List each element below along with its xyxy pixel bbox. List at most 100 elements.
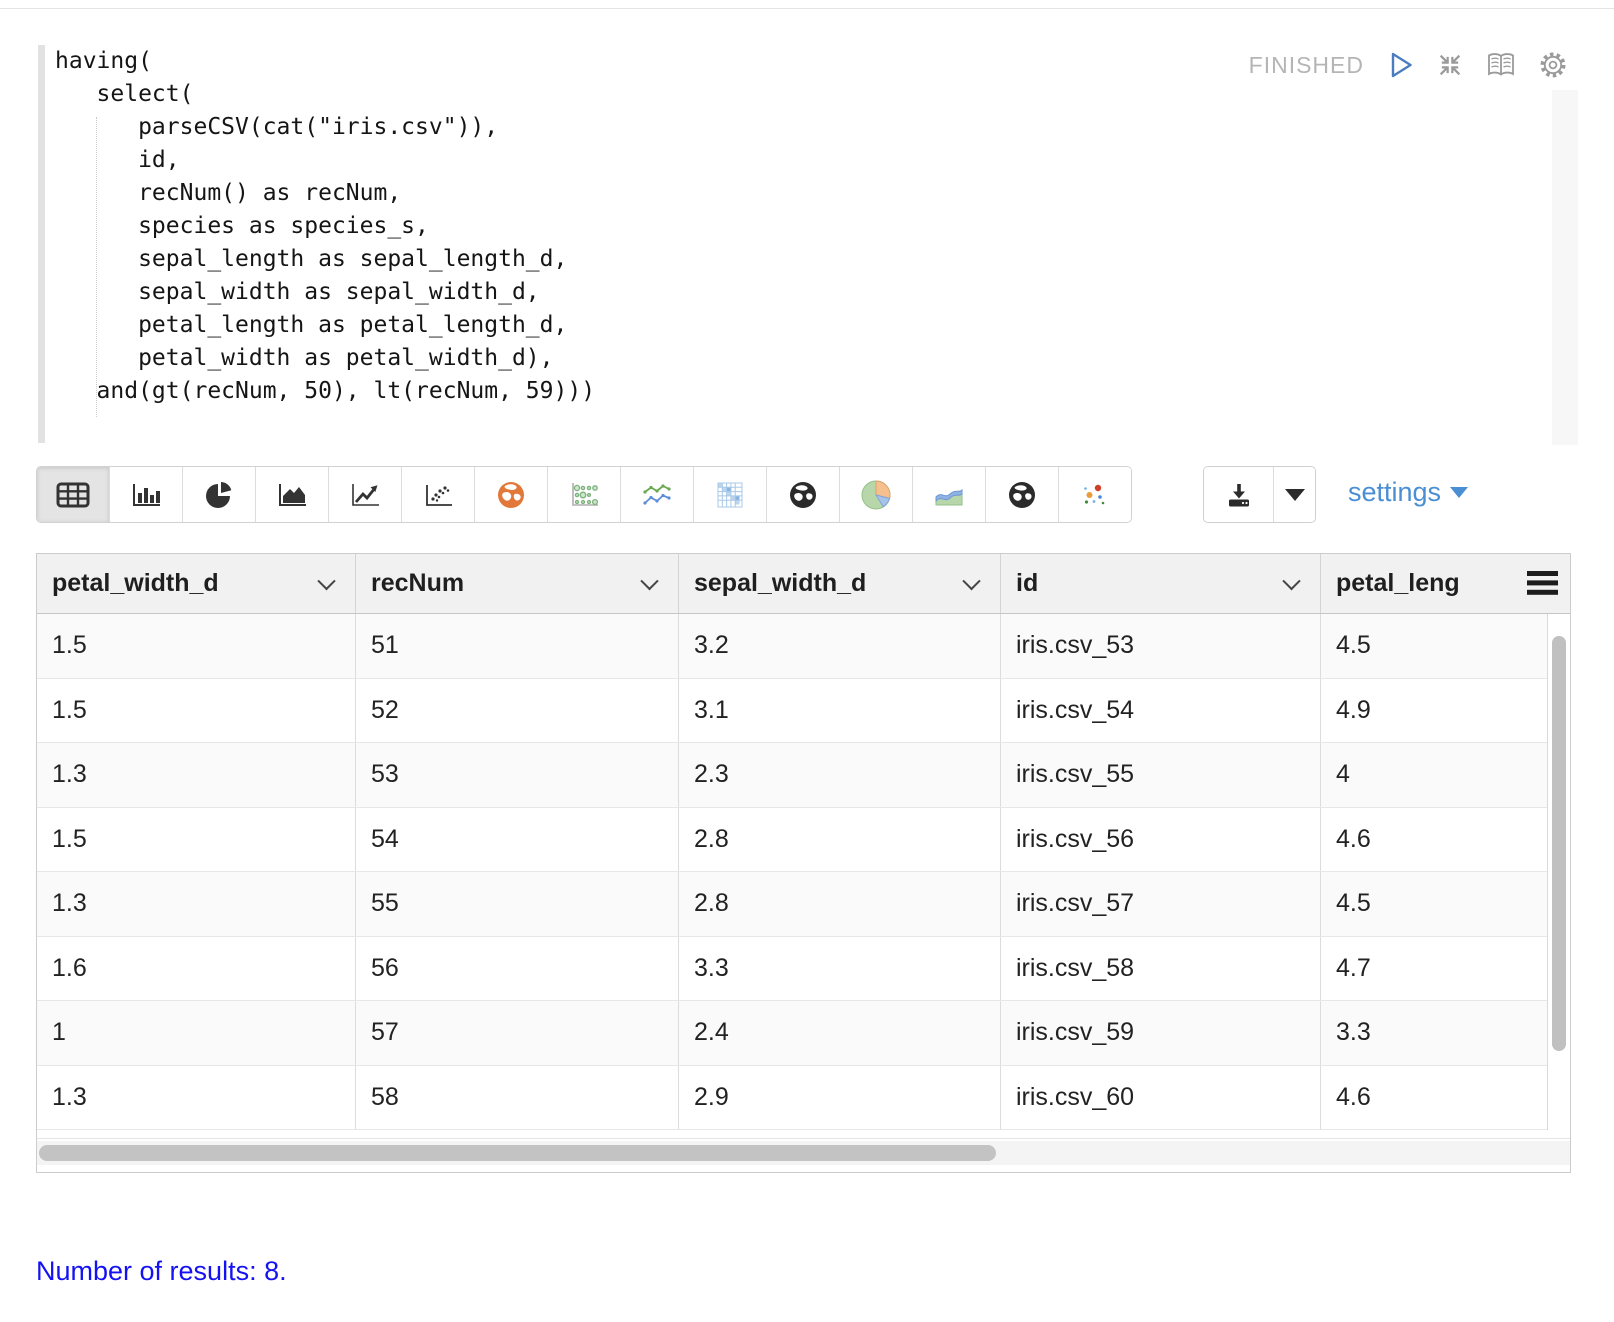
stream-area-chart-button[interactable] <box>913 467 986 522</box>
table-cell: 2.3 <box>679 743 1001 807</box>
table-cell: iris.csv_54 <box>1001 678 1321 742</box>
collapse-icon[interactable] <box>1436 51 1464 79</box>
settings-label: settings <box>1348 477 1442 507</box>
table-cell: 55 <box>356 872 679 936</box>
table-cell: 3.1 <box>679 678 1001 742</box>
table-cell: 53 <box>356 743 679 807</box>
download-options-button[interactable] <box>1274 467 1315 522</box>
table-cell: 54 <box>356 807 679 871</box>
table-cell: 2.8 <box>679 807 1001 871</box>
column-header-id[interactable]: id <box>1001 554 1321 613</box>
table-cell: 1.5 <box>37 678 356 742</box>
chart-type-toolbar <box>36 466 1132 523</box>
table-cell: 4.5 <box>1336 631 1371 660</box>
table-cell: 51 <box>356 614 679 678</box>
column-label: petal_leng <box>1336 569 1460 597</box>
table-cell: 4.9 <box>1336 695 1371 724</box>
line-chart-button[interactable] <box>329 467 402 522</box>
pie-chart-button[interactable] <box>183 467 256 522</box>
download-button[interactable] <box>1204 467 1274 522</box>
column-header-sepal_width_d[interactable]: sepal_width_d <box>679 554 1001 613</box>
table-header: petal_width_d recNum sepal_width_d id petal_… <box>37 554 1570 614</box>
sort-chevron-icon[interactable] <box>1282 571 1301 590</box>
globe-dark-2-button[interactable] <box>986 467 1059 522</box>
table-cell: 3.3 <box>1336 1018 1371 1047</box>
table-cell: 1.3 <box>37 743 356 807</box>
status-label: FINISHED <box>1248 51 1364 78</box>
table-cell: 2.4 <box>679 1001 1001 1065</box>
table-row: 1.5 52 3.1 iris.csv_54 4.9 <box>37 678 1547 743</box>
table-cell: iris.csv_60 <box>1001 1065 1321 1129</box>
column-header-petal_leng[interactable]: petal_leng <box>1321 554 1570 613</box>
table-cell: 1.5 <box>37 614 356 678</box>
settings-link[interactable]: settings <box>1348 477 1469 508</box>
results-count-text: Number of results: 8. <box>36 1256 287 1286</box>
table-row: 1 57 2.4 iris.csv_59 3.3 <box>37 1001 1547 1066</box>
pie-chart-color-button[interactable] <box>840 467 913 522</box>
bubble-matrix-chart-button[interactable] <box>548 467 621 522</box>
table-cell: iris.csv_57 <box>1001 872 1321 936</box>
hscroll-divider <box>37 1138 1570 1139</box>
table-cell: iris.csv_53 <box>1001 614 1321 678</box>
download-button-group <box>1203 466 1316 523</box>
book-icon[interactable] <box>1485 51 1517 79</box>
horizontal-scrollbar[interactable] <box>39 1145 996 1161</box>
table-cell: 58 <box>356 1065 679 1129</box>
table-cell: 3.2 <box>679 614 1001 678</box>
table-cell: iris.csv_58 <box>1001 936 1321 1000</box>
sort-chevron-icon[interactable] <box>317 571 336 590</box>
column-header-petal_width_d[interactable]: petal_width_d <box>37 554 356 613</box>
editor-scrollbar-track[interactable] <box>1552 90 1578 445</box>
table-cell: iris.csv_55 <box>1001 743 1321 807</box>
sort-chevron-icon[interactable] <box>962 571 981 590</box>
hscroll-area <box>37 1130 1570 1172</box>
scatter-chart-color-button[interactable] <box>1059 467 1131 522</box>
vertical-scrollbar[interactable] <box>1552 636 1566 1051</box>
download-icon <box>1224 481 1254 509</box>
table-cell: 4.6 <box>1336 1082 1371 1111</box>
table-cell: 1.3 <box>37 1065 356 1129</box>
column-label: id <box>1016 569 1039 597</box>
table-cell: 4.6 <box>1336 824 1371 853</box>
run-icon[interactable] <box>1385 50 1415 80</box>
map-globe-orange-button[interactable] <box>475 467 548 522</box>
column-label: recNum <box>371 569 465 597</box>
table-cell: 4.5 <box>1336 889 1371 918</box>
settings-caret-icon <box>1450 487 1469 498</box>
caret-down-icon <box>1284 488 1305 501</box>
sort-chevron-icon[interactable] <box>640 571 659 590</box>
table-cell: iris.csv_59 <box>1001 1001 1321 1065</box>
scatter-chart-button[interactable] <box>402 467 475 522</box>
table-cell: 2.9 <box>679 1065 1001 1129</box>
table-cell: 1.5 <box>37 807 356 871</box>
table-row: 1.5 51 3.2 iris.csv_53 4.5 <box>37 614 1547 679</box>
paragraph-divider <box>0 8 1614 9</box>
table-row: 1.6 56 3.3 iris.csv_58 4.7 <box>37 936 1547 1001</box>
table-cell: 1.6 <box>37 936 356 1000</box>
table-row: 1.3 55 2.8 iris.csv_57 4.5 <box>37 872 1547 937</box>
column-label: petal_width_d <box>52 569 219 597</box>
table-cell: 4.7 <box>1336 953 1371 982</box>
table-cell: 52 <box>356 678 679 742</box>
table-row: 1.3 53 2.3 iris.csv_55 4 <box>37 743 1547 808</box>
column-label: sepal_width_d <box>694 569 867 597</box>
column-header-recNum[interactable]: recNum <box>356 554 679 613</box>
editor-gutter <box>38 45 45 443</box>
bar-chart-button[interactable] <box>110 467 183 522</box>
columns-menu-icon[interactable] <box>1527 571 1558 576</box>
table-cell: 2.8 <box>679 872 1001 936</box>
table-chart-button[interactable] <box>37 467 110 522</box>
table-cell: 4 <box>1336 760 1350 789</box>
multi-line-chart-button[interactable] <box>621 467 694 522</box>
table-cell: 56 <box>356 936 679 1000</box>
results-table: petal_width_d recNum sepal_width_d id petal_… <box>36 553 1571 1173</box>
correlation-grid-chart-button[interactable] <box>694 467 767 522</box>
code-text[interactable]: having( select( parseCSV(cat("iris.csv")… <box>55 45 595 408</box>
table-cell: 3.3 <box>679 936 1001 1000</box>
globe-dark-1-button[interactable] <box>767 467 840 522</box>
area-chart-button[interactable] <box>256 467 329 522</box>
table-cell: 1 <box>37 1001 356 1065</box>
table-body: 1.5 51 3.2 iris.csv_53 4.5 1.5 52 3.1 iris.csv_5… <box>37 614 1548 1130</box>
gear-icon[interactable] <box>1538 50 1568 80</box>
table-row: 1.3 58 2.9 iris.csv_60 4.6 <box>37 1065 1547 1130</box>
